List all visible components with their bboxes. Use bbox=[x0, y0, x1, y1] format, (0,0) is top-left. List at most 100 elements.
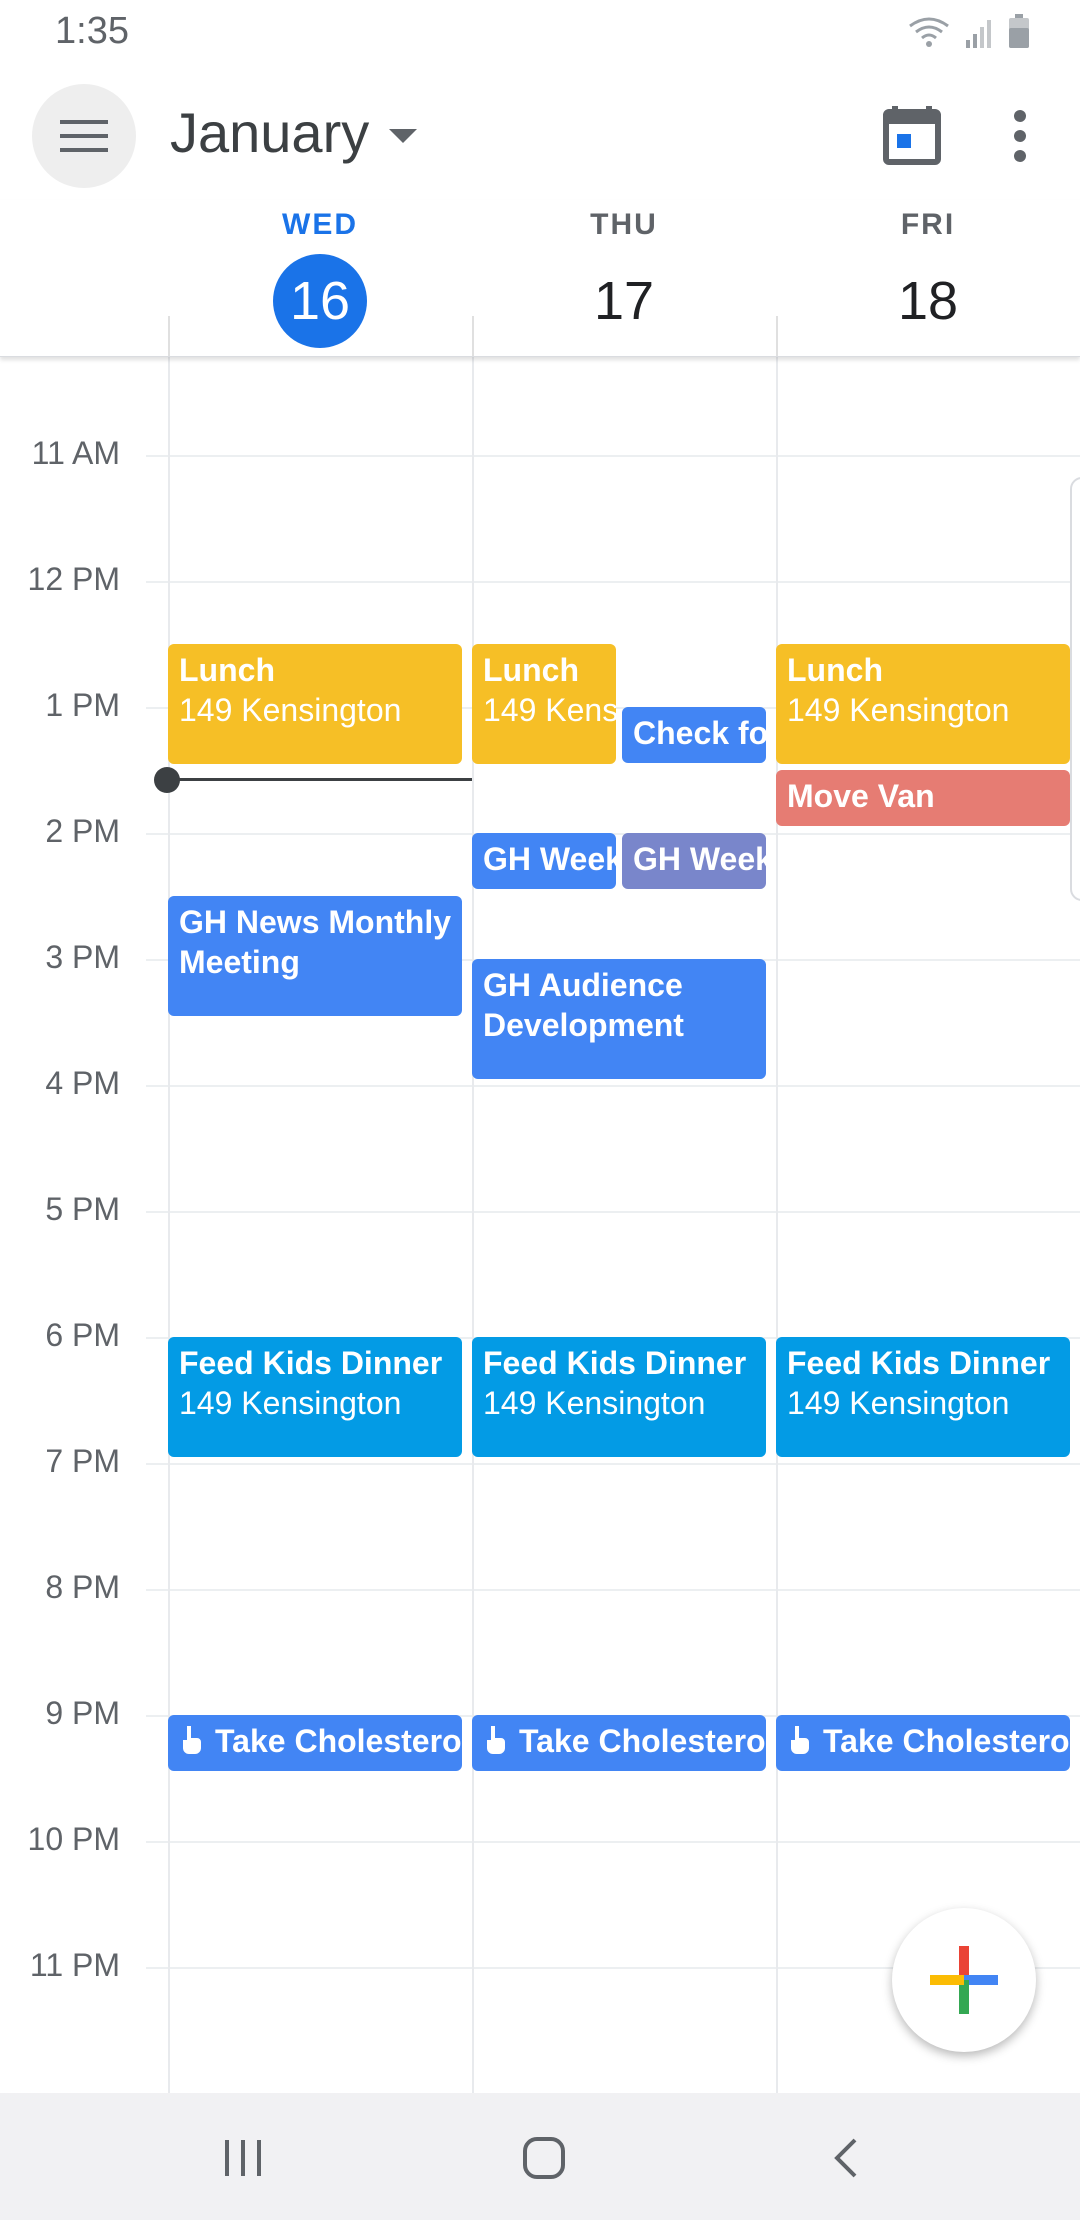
event-card-wed-lunch[interactable]: Lunch 149 Kensington bbox=[168, 644, 462, 764]
hour-label: 10 PM bbox=[27, 1821, 120, 1857]
hour-line bbox=[146, 1463, 1080, 1465]
hour-label: 11 AM bbox=[31, 435, 120, 471]
event-title: GH Weekly bbox=[633, 841, 766, 877]
event-title: Take Cholesterol bbox=[519, 1723, 766, 1759]
event-title: Lunch bbox=[787, 652, 883, 688]
hour-line bbox=[146, 455, 1080, 457]
hour-label: 11 PM bbox=[29, 1947, 120, 1983]
event-card-fri-move-van[interactable]: Move Van bbox=[776, 770, 1070, 826]
event-title: GH Weekly bbox=[483, 841, 616, 877]
date-number: 17 bbox=[593, 271, 655, 331]
day-header: WED 16 THU 17 FRI 18 bbox=[0, 200, 1080, 357]
reminder-hand-icon bbox=[183, 1726, 201, 1754]
hour-line bbox=[146, 581, 1080, 583]
hour-label: 6 PM bbox=[45, 1317, 120, 1353]
hour-label: 3 PM bbox=[45, 939, 120, 975]
month-selector[interactable]: January bbox=[170, 100, 418, 165]
reminder-hand-icon bbox=[791, 1726, 809, 1754]
side-panel-handle[interactable] bbox=[1070, 477, 1080, 901]
hour-label: 5 PM bbox=[45, 1191, 120, 1227]
hour-label: 8 PM bbox=[45, 1569, 120, 1605]
day-column-header-wed[interactable]: WED 16 bbox=[168, 208, 472, 348]
divider bbox=[168, 316, 170, 356]
event-card-wed-cholesterol[interactable]: Take Cholesterol bbox=[168, 1715, 462, 1771]
divider bbox=[472, 316, 474, 356]
event-card-thu-gh-weekly[interactable]: GH Weekly bbox=[472, 833, 616, 889]
event-card-thu-gh-audience[interactable]: GH Audience Development bbox=[472, 959, 766, 1079]
event-location: 149 Kensington bbox=[787, 1385, 1010, 1421]
hour-line bbox=[146, 1589, 1080, 1591]
event-title: Lunch bbox=[483, 652, 579, 688]
hour-label: 7 PM bbox=[45, 1443, 120, 1479]
event-title: Feed Kids Dinner bbox=[179, 1345, 443, 1381]
status-icons bbox=[908, 14, 1030, 48]
day-column-header-thu[interactable]: THU 17 bbox=[472, 208, 776, 348]
event-card-thu-feed-kids[interactable]: Feed Kids Dinner 149 Kensington bbox=[472, 1337, 766, 1457]
app-bar: January bbox=[0, 70, 1080, 200]
back-button[interactable] bbox=[806, 2123, 886, 2193]
divider bbox=[776, 316, 778, 356]
hour-label: 1 PM bbox=[45, 687, 120, 723]
day-column-header-fri[interactable]: FRI 18 bbox=[776, 208, 1080, 348]
event-title: Feed Kids Dinner bbox=[483, 1345, 747, 1381]
event-card-thu-gh-weekly-2[interactable]: GH Weekly bbox=[622, 833, 766, 889]
column-divider bbox=[472, 357, 474, 2093]
create-event-button[interactable] bbox=[892, 1908, 1036, 2052]
dropdown-caret-icon bbox=[389, 128, 418, 143]
event-title: GH News Monthly Meeting bbox=[179, 904, 452, 980]
event-location: 149 Kensington bbox=[483, 692, 616, 728]
hour-label: 12 PM bbox=[27, 561, 120, 597]
hour-line bbox=[146, 1211, 1080, 1213]
system-nav-bar bbox=[0, 2093, 1080, 2220]
menu-button[interactable] bbox=[32, 84, 136, 188]
menu-icon bbox=[60, 120, 108, 152]
event-card-thu-check[interactable]: Check for bbox=[622, 707, 766, 763]
event-location: 149 Kensington bbox=[787, 692, 1010, 728]
event-title: Feed Kids Dinner bbox=[787, 1345, 1051, 1381]
day-of-week: WED bbox=[282, 208, 358, 241]
calendar-grid[interactable]: 11 AM 12 PM 1 PM 2 PM 3 PM 4 PM 5 PM 6 P… bbox=[0, 357, 1080, 2093]
hour-line bbox=[146, 1085, 1080, 1087]
event-title: Move Van bbox=[787, 778, 935, 814]
day-of-week: FRI bbox=[900, 208, 956, 241]
event-card-wed-feed-kids[interactable]: Feed Kids Dinner 149 Kensington bbox=[168, 1337, 462, 1457]
hour-label: 4 PM bbox=[45, 1065, 120, 1101]
event-card-fri-cholesterol[interactable]: Take Cholesterol bbox=[776, 1715, 1070, 1771]
home-icon bbox=[523, 2137, 565, 2179]
today-calendar-icon bbox=[883, 106, 941, 165]
status-bar: 1:35 bbox=[0, 0, 1080, 70]
signal-icon bbox=[966, 20, 991, 48]
hour-label: 9 PM bbox=[45, 1695, 120, 1731]
event-title: Take Cholesterol bbox=[215, 1723, 462, 1759]
event-title: Take Cholesterol bbox=[823, 1723, 1070, 1759]
event-card-thu-lunch[interactable]: Lunch 149 Kensington bbox=[472, 644, 616, 764]
more-options-button[interactable] bbox=[1000, 106, 1040, 166]
recent-apps-button[interactable] bbox=[203, 2123, 283, 2193]
date-number-today: 16 bbox=[273, 254, 367, 348]
event-location: 149 Kensington bbox=[179, 1385, 402, 1421]
event-card-wed-gh-news[interactable]: GH News Monthly Meeting bbox=[168, 896, 462, 1016]
event-card-thu-cholesterol[interactable]: Take Cholesterol bbox=[472, 1715, 766, 1771]
event-title: GH Audience Development bbox=[483, 967, 684, 1043]
wifi-icon bbox=[909, 17, 949, 47]
hour-line bbox=[146, 1841, 1080, 1843]
event-title: Lunch bbox=[179, 652, 275, 688]
add-icon bbox=[930, 1946, 998, 2014]
event-card-fri-lunch[interactable]: Lunch 149 Kensington bbox=[776, 644, 1070, 764]
back-icon bbox=[834, 2138, 857, 2178]
hour-label: 2 PM bbox=[45, 813, 120, 849]
event-location: 149 Kensington bbox=[179, 692, 402, 728]
date-number: 18 bbox=[897, 271, 959, 331]
event-card-fri-feed-kids[interactable]: Feed Kids Dinner 149 Kensington bbox=[776, 1337, 1070, 1457]
current-time-dot bbox=[154, 767, 180, 793]
recent-apps-icon bbox=[225, 2140, 261, 2176]
status-time: 1:35 bbox=[55, 10, 129, 52]
month-label: January bbox=[170, 101, 370, 164]
event-title: Check for bbox=[633, 715, 766, 751]
current-time-line bbox=[166, 778, 472, 781]
more-vert-icon bbox=[1014, 110, 1026, 162]
battery-icon bbox=[1009, 14, 1029, 48]
home-button[interactable] bbox=[504, 2123, 584, 2193]
column-divider bbox=[168, 357, 170, 2093]
today-button[interactable] bbox=[880, 102, 944, 166]
